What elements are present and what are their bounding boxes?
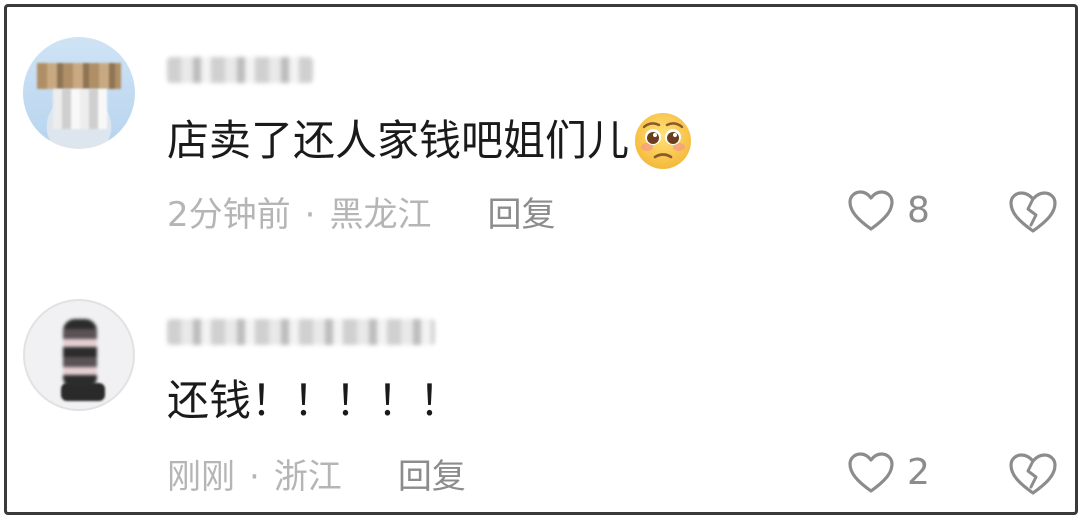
comment-list: 店卖了还人家钱吧姐们儿 2分钟前 · 黑龙江 回复 8 还钱！！！！！ 刚刚 ·… bbox=[4, 4, 1078, 515]
dislike-button[interactable] bbox=[1007, 189, 1059, 235]
heart-outline-icon bbox=[847, 189, 895, 233]
meta-separator: · bbox=[249, 457, 260, 497]
comment-item: 还钱！！！！！ 刚刚 · 浙江 回复 2 bbox=[7, 289, 1075, 512]
broken-heart-outline-icon bbox=[1007, 189, 1059, 235]
comment-meta: 刚刚 · 浙江 回复 bbox=[167, 455, 466, 499]
like-count: 8 bbox=[907, 190, 930, 231]
username-mosaic bbox=[167, 319, 435, 345]
comment-item: 店卖了还人家钱吧姐们儿 2分钟前 · 黑龙江 回复 8 bbox=[7, 27, 1075, 277]
username-mosaic bbox=[167, 57, 313, 83]
meta-separator: · bbox=[304, 195, 316, 235]
heart-outline-icon bbox=[847, 451, 895, 495]
reply-button[interactable]: 回复 bbox=[487, 193, 555, 237]
comment-location: 黑龙江 bbox=[329, 195, 432, 235]
comment-text-row: 店卖了还人家钱吧姐们儿 bbox=[167, 111, 693, 171]
avatar-mosaic bbox=[63, 319, 97, 389]
avatar-mosaic bbox=[37, 63, 121, 89]
username[interactable] bbox=[167, 315, 435, 349]
comment-meta: 2分钟前 · 黑龙江 回复 bbox=[167, 193, 555, 237]
broken-heart-outline-icon bbox=[1007, 451, 1059, 497]
like-button[interactable]: 8 bbox=[847, 189, 930, 233]
comment-text: 还钱！！！！！ bbox=[167, 376, 462, 425]
dislike-button[interactable] bbox=[1007, 451, 1059, 497]
avatar-mosaic bbox=[53, 89, 107, 129]
avatar-mosaic bbox=[61, 383, 105, 401]
pleading-face-emoji bbox=[633, 111, 693, 171]
comment-location: 浙江 bbox=[273, 457, 342, 497]
like-count: 2 bbox=[907, 452, 930, 493]
reply-button[interactable]: 回复 bbox=[398, 455, 466, 499]
username[interactable] bbox=[167, 53, 313, 87]
comment-text: 店卖了还人家钱吧姐们儿 bbox=[167, 116, 630, 165]
comment-time: 刚刚 bbox=[167, 457, 235, 497]
avatar[interactable] bbox=[23, 299, 135, 411]
like-button[interactable]: 2 bbox=[847, 451, 930, 495]
avatar[interactable] bbox=[23, 37, 135, 149]
comment-time: 2分钟前 bbox=[167, 195, 291, 235]
comment-text-row: 还钱！！！！！ bbox=[167, 373, 461, 429]
